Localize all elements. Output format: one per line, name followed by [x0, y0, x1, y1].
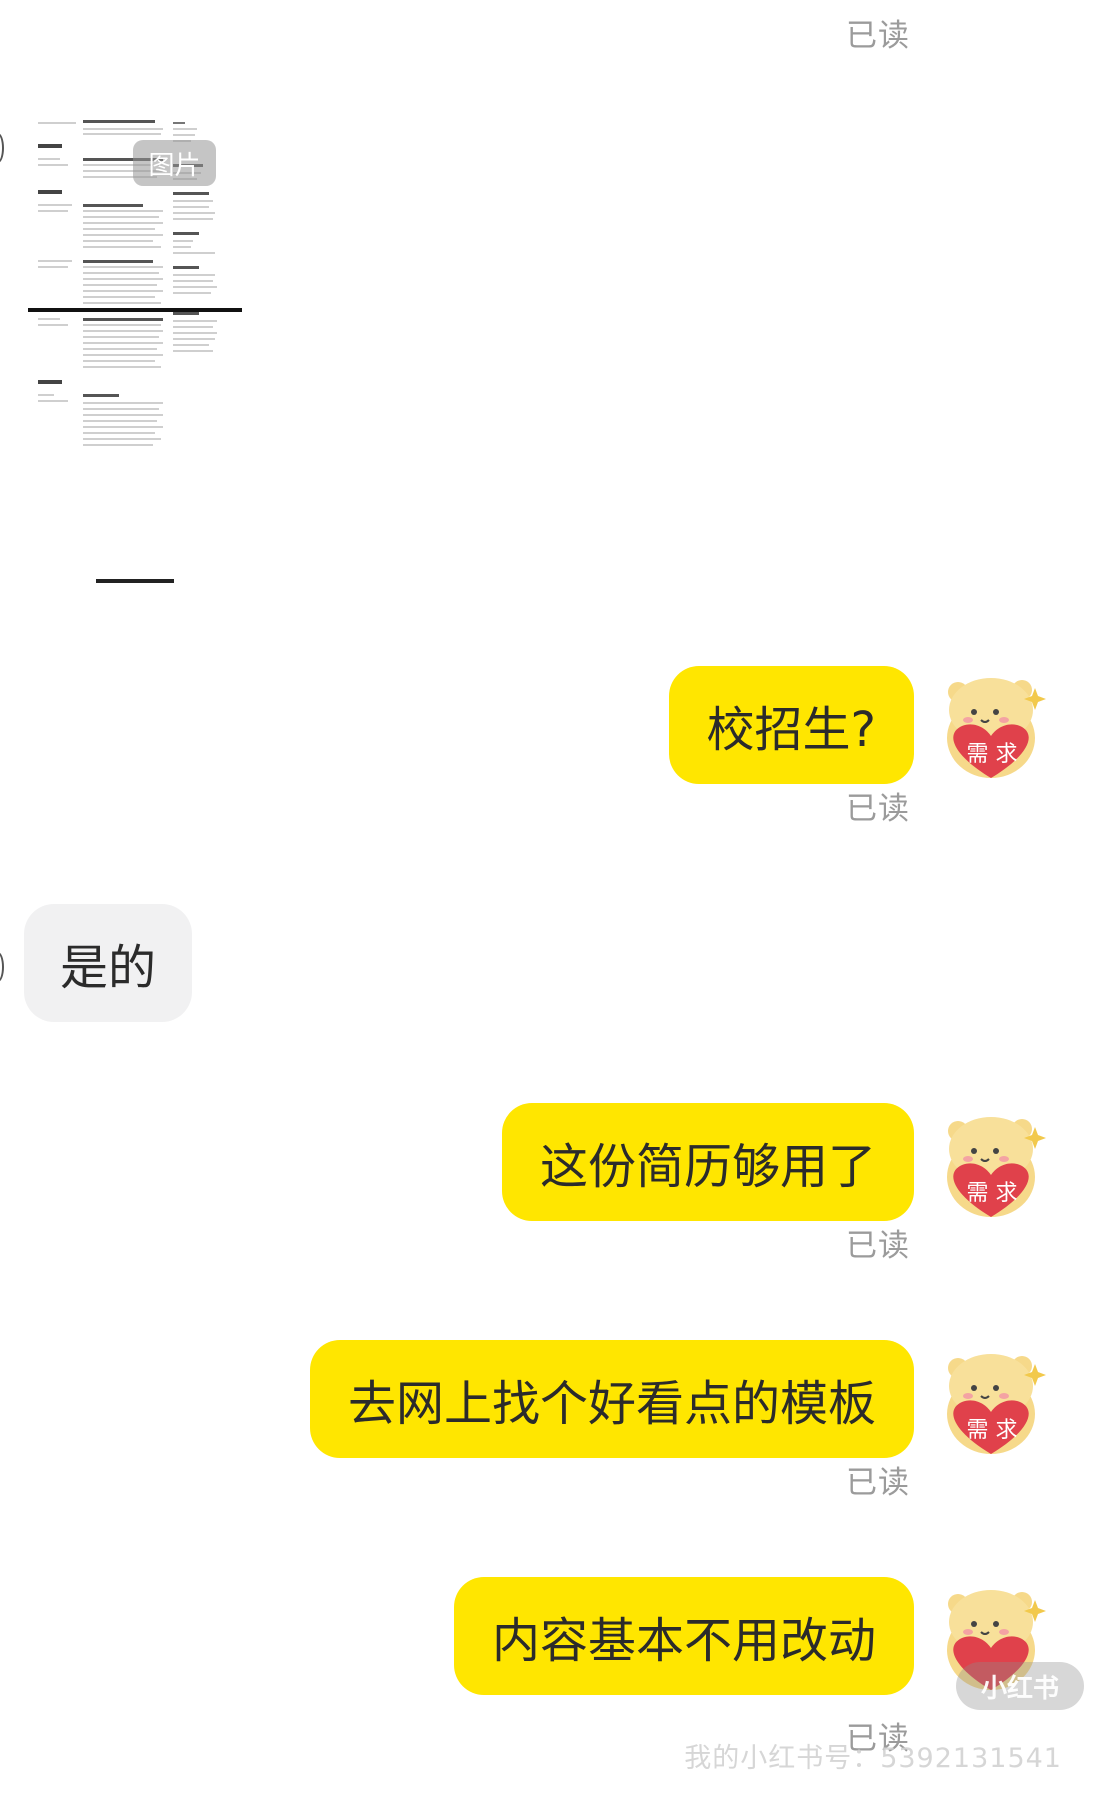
user-avatar[interactable]: 需 求 [934, 666, 1048, 784]
their-message-bubble[interactable]: 是的 [24, 904, 193, 1022]
message-text: 校招生? [706, 702, 876, 758]
my-message-bubble[interactable]: 这份简历够用了 [501, 1103, 914, 1221]
partial-avatar-edge [0, 133, 4, 163]
avatar-heart-text: 需 求 [966, 1418, 1018, 1443]
watermark-id: 我的小红书号：5392131541 [684, 1743, 1062, 1774]
user-avatar[interactable]: 需 求 [934, 1342, 1048, 1460]
avatar-heart-text: 需 求 [966, 742, 1018, 767]
message-text: 内容基本不用改动 [491, 1613, 876, 1669]
my-message-bubble[interactable]: 内容基本不用改动 [453, 1577, 914, 1695]
user-avatar[interactable]: 需 求 [934, 1105, 1048, 1223]
read-status: 已读 [846, 18, 910, 54]
message-text: 去网上找个好看点的模板 [347, 1376, 876, 1432]
partial-avatar-edge [0, 952, 4, 982]
image-badge: 图片 [133, 140, 216, 186]
avatar-heart-text: 需 求 [966, 1181, 1018, 1206]
read-status: 已读 [846, 791, 910, 827]
message-text: 这份简历够用了 [539, 1139, 876, 1195]
my-message-bubble[interactable]: 校招生? [668, 666, 914, 784]
my-message-bubble[interactable]: 去网上找个好看点的模板 [309, 1340, 914, 1458]
read-status: 已读 [846, 1228, 910, 1264]
watermark-logo: 小红书 [956, 1662, 1084, 1710]
image-underline [96, 579, 174, 583]
message-text: 是的 [60, 940, 157, 996]
read-status: 已读 [846, 1465, 910, 1501]
